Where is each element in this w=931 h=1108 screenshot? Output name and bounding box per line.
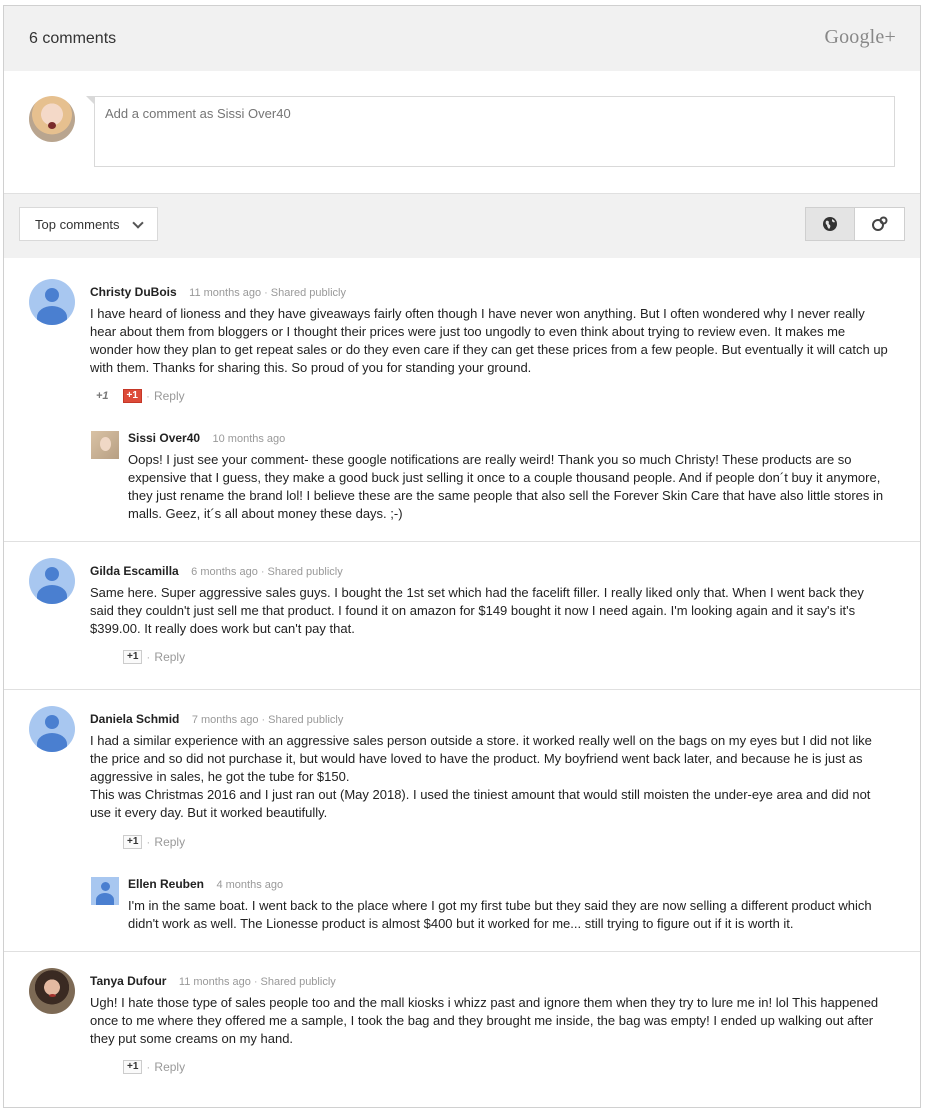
comment-count: 6 comments	[29, 30, 117, 47]
sort-label: Top comments	[35, 217, 120, 232]
visibility-label: Shared publicly	[260, 976, 336, 988]
circles-view-button[interactable]	[855, 207, 905, 241]
person-avatar-icon[interactable]	[91, 877, 119, 905]
comment-text: I have heard of lioness and they have gi…	[90, 306, 888, 375]
reply-link[interactable]: Reply	[154, 1060, 185, 1074]
comment-text-continued: This was Christmas 2016 and I just ran o…	[90, 787, 871, 820]
circles-icon	[871, 216, 887, 231]
sort-dropdown[interactable]: Top comments	[19, 207, 158, 241]
plus-one-button[interactable]: +1	[122, 389, 142, 403]
plus-one-button[interactable]: +1	[123, 1060, 143, 1074]
plus-one-button[interactable]: +1	[123, 835, 143, 849]
comment-actions: +1 +1 · Reply	[96, 389, 185, 403]
reply-author[interactable]: Sissi Over40	[128, 431, 200, 445]
comment-text: I had a similar experience with an aggre…	[90, 733, 872, 784]
current-user-avatar	[29, 96, 75, 142]
reply-text: I'm in the same boat. I went back to the…	[128, 898, 872, 931]
view-toggle	[805, 207, 905, 241]
comment-time[interactable]: 6 months ago	[191, 566, 258, 578]
person-avatar-icon[interactable]	[29, 706, 75, 752]
reply-link[interactable]: Reply	[154, 650, 185, 664]
comment-thread: Gilda Escamilla 6 months ago · Shared publ…	[4, 542, 920, 690]
person-avatar-icon[interactable]	[29, 558, 75, 604]
comment-author[interactable]: Gilda Escamilla	[90, 564, 179, 578]
reply-author-avatar[interactable]	[91, 431, 119, 459]
chevron-down-icon	[132, 217, 144, 229]
comments-widget: 6 comments Google+ Top comments	[3, 5, 921, 1108]
comment-time[interactable]: 11 months ago	[179, 976, 251, 988]
reply-author[interactable]: Ellen Reuben	[128, 877, 204, 891]
comment-time[interactable]: 11 months ago	[189, 287, 261, 299]
comment-thread: Daniela Schmid 7 months ago · Shared publi…	[4, 690, 920, 952]
google-plus-logo[interactable]: Google+	[824, 26, 896, 49]
person-avatar-icon[interactable]	[29, 279, 75, 325]
reply-time[interactable]: 10 months ago	[213, 433, 286, 445]
comment-author[interactable]: Daniela Schmid	[90, 712, 179, 726]
comment-author[interactable]: Christy DuBois	[90, 285, 177, 299]
visibility-label: Shared publicly	[267, 566, 343, 578]
comments-header: 6 comments Google+	[4, 6, 920, 71]
comment-thread: Tanya Dufour 11 months ago · Shared public…	[4, 952, 920, 1107]
commenter-avatar[interactable]	[29, 968, 75, 1014]
plus-count: +1	[96, 390, 109, 402]
plus-one-button[interactable]: +1	[123, 650, 143, 664]
comment-actions: +1 · Reply	[123, 1060, 185, 1074]
comment-actions: +1 · Reply	[123, 835, 185, 849]
reply-text: Oops! I just see your comment- these goo…	[128, 452, 884, 521]
globe-icon	[823, 217, 837, 231]
reply-link[interactable]: Reply	[154, 389, 185, 403]
comment-thread: Christy DuBois 11 months ago · Shared publ…	[4, 258, 920, 542]
comment-actions: +1 · Reply	[123, 650, 185, 664]
comments-toolbar: Top comments	[4, 194, 920, 258]
visibility-label: Shared publicly	[268, 714, 344, 726]
comment-text: Same here. Super aggressive sales guys. …	[90, 585, 864, 636]
comment-author[interactable]: Tanya Dufour	[90, 974, 166, 988]
comment-time[interactable]: 7 months ago	[192, 714, 259, 726]
comment-text: Ugh! I hate those type of sales people t…	[90, 995, 879, 1046]
compose-area	[4, 71, 920, 194]
reply-link[interactable]: Reply	[154, 835, 185, 849]
comment-input[interactable]	[94, 96, 895, 167]
public-view-button[interactable]	[805, 207, 855, 241]
visibility-label: Shared publicly	[270, 287, 346, 299]
reply-time[interactable]: 4 months ago	[216, 879, 283, 891]
